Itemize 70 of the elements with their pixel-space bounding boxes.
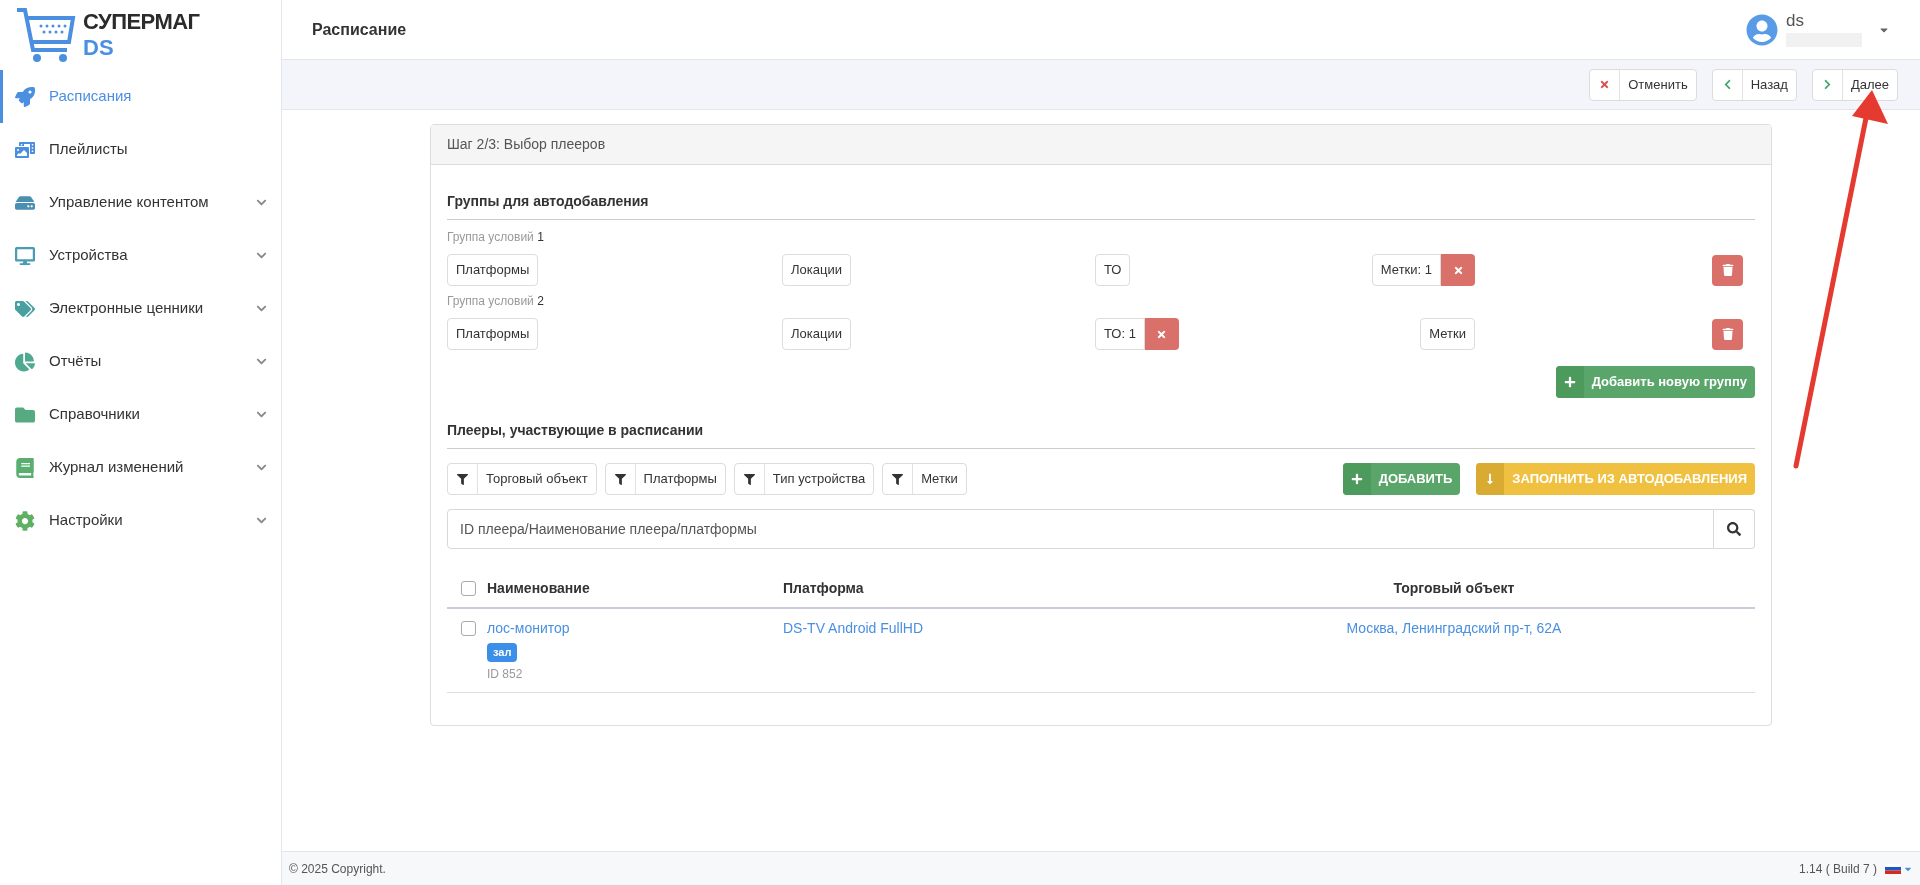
tag-badge: зал — [487, 643, 518, 662]
delete-group-button[interactable] — [1712, 318, 1743, 350]
section-heading: Плееры, участвующие в расписании — [447, 422, 704, 438]
sidebar-item[interactable]: Устройства — [0, 229, 281, 282]
logo-title: СУПЕРМАГ — [83, 11, 200, 33]
plus-icon — [1350, 473, 1363, 485]
filter-button[interactable]: ТО — [1095, 254, 1131, 286]
close-icon — [1599, 79, 1611, 90]
search-icon — [1727, 522, 1741, 536]
close-icon — [1156, 328, 1168, 340]
column-header: Платформа — [783, 578, 865, 598]
cancel-button[interactable]: Отменить — [1589, 68, 1697, 101]
sidebar-item[interactable]: Настройки — [0, 494, 281, 547]
filter-icon — [892, 473, 904, 485]
copyright: © 2025 Copyright. — [289, 860, 387, 878]
filter-button[interactable]: Тип устройства — [733, 463, 875, 495]
search-field[interactable]: ID плеера/Наименование плеера/платформы — [447, 509, 1714, 549]
next-button[interactable]: Далее — [1811, 68, 1898, 101]
plus-icon — [1563, 376, 1576, 388]
rocket-icon — [15, 86, 35, 107]
filter-icon — [743, 473, 755, 485]
card-title: Шаг 2/3: Выбор плееров — [447, 135, 606, 154]
filter-button[interactable]: Метки — [882, 463, 967, 495]
back-button[interactable]: Назад — [1711, 68, 1797, 101]
close-icon — [1452, 264, 1464, 276]
filter-button[interactable]: Торговый объект — [447, 463, 597, 495]
pie-chart-icon — [15, 351, 35, 372]
filter-icon — [457, 473, 468, 485]
select-all-checkbox[interactable] — [461, 580, 476, 596]
filter-button[interactable]: Локации — [782, 318, 851, 350]
row-checkbox[interactable] — [461, 621, 476, 636]
remove-filter-button[interactable] — [1441, 254, 1475, 286]
trash-icon — [1721, 328, 1734, 340]
filter-button[interactable]: ТО: 1 — [1095, 318, 1145, 350]
page-title: Расписание — [312, 19, 408, 40]
filter-button[interactable]: Метки — [1420, 318, 1475, 350]
monitor-icon — [15, 245, 35, 266]
filter-button[interactable]: Платформы — [447, 318, 539, 350]
trash-icon — [1721, 264, 1734, 276]
user-name: ds — [1786, 12, 1805, 29]
sidebar-item[interactable]: Журнал изменений — [0, 441, 281, 494]
group-label: Группа условий 1 — [447, 230, 544, 244]
column-header: Наименование — [487, 578, 591, 598]
filter-button[interactable]: Локации — [782, 254, 851, 286]
sidebar-item[interactable]: Справочники — [0, 388, 281, 441]
filter-button[interactable]: Платформы — [604, 463, 726, 495]
user-menu[interactable]: ds — [1746, 12, 1890, 47]
settings-icon — [15, 510, 35, 531]
search-button[interactable] — [1714, 509, 1755, 549]
player-id: ID 852 — [487, 665, 523, 683]
logo-subtitle: DS — [83, 37, 115, 59]
sidebar-item[interactable]: Плейлисты — [0, 123, 281, 176]
sidebar-item[interactable]: Отчёты — [0, 335, 281, 388]
sidebar-item[interactable]: Электронные ценники — [0, 282, 281, 335]
tags-icon — [15, 298, 35, 319]
remove-filter-button[interactable] — [1144, 318, 1179, 350]
flag-icon — [1885, 863, 1901, 874]
pictures-icon — [15, 139, 35, 160]
filter-button[interactable]: Метки: 1 — [1371, 254, 1441, 286]
cart-logo-icon — [15, 6, 77, 64]
book-icon — [15, 457, 35, 478]
delete-group-button[interactable] — [1712, 254, 1743, 286]
filter-icon — [614, 473, 626, 485]
user-avatar-icon — [1746, 13, 1778, 46]
section-heading: Группы для автодобавления — [447, 193, 649, 209]
filter-button[interactable]: Платформы — [447, 254, 539, 286]
column-header: Торговый объект — [1392, 578, 1516, 598]
group-label: Группа условий 2 — [447, 294, 544, 308]
version: 1.14 ( Build 7 ) — [1798, 860, 1877, 878]
sidebar-item[interactable]: Управление контентом — [0, 176, 281, 229]
